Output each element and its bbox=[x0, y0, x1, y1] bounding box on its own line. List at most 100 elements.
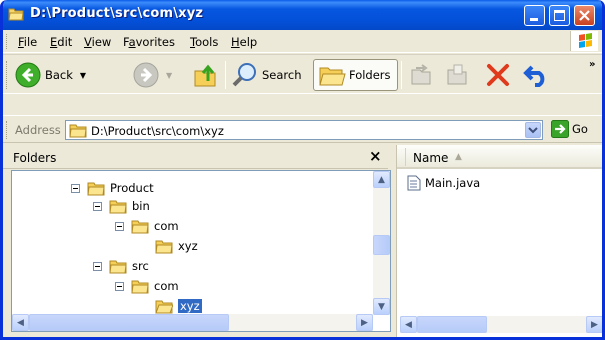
tree-vertical-scrollbar[interactable]: ▲ ▼ bbox=[373, 171, 390, 315]
go-button[interactable]: Go bbox=[551, 120, 588, 138]
forward-button[interactable]: ▼ bbox=[133, 59, 172, 91]
scroll-thumb[interactable] bbox=[373, 235, 390, 255]
chevron-down-icon: ▼ bbox=[378, 301, 385, 312]
explorer-window: D:\Product\src\com\xyz File Edit View Fa… bbox=[0, 0, 605, 340]
sort-ascending-icon: ▲ bbox=[455, 152, 462, 162]
tree-node-bin[interactable]: bin bbox=[93, 197, 150, 215]
minimize-icon bbox=[530, 18, 538, 21]
collapse-icon[interactable] bbox=[71, 183, 80, 193]
toolbar-overflow-icon[interactable]: » bbox=[589, 57, 595, 71]
delete-button[interactable] bbox=[485, 59, 511, 91]
file-name: Main.java bbox=[425, 176, 481, 190]
title-bar[interactable]: D:\Product\src\com\xyz bbox=[3, 0, 602, 30]
tree-node-label: Product bbox=[110, 181, 154, 195]
tree-horizontal-scrollbar[interactable]: ◀ ▶ bbox=[12, 314, 373, 331]
search-label: Search bbox=[262, 68, 302, 82]
folders-label: Folders bbox=[349, 68, 391, 82]
collapse-icon[interactable] bbox=[115, 281, 124, 291]
accelerator-key: H bbox=[231, 35, 240, 49]
tree-node-bin-com[interactable]: com bbox=[115, 217, 179, 235]
go-arrow-icon bbox=[551, 120, 569, 138]
file-item[interactable]: Main.java bbox=[407, 175, 480, 191]
folders-icon bbox=[319, 67, 346, 86]
menu-view[interactable]: View bbox=[84, 35, 111, 49]
menu-tools[interactable]: Tools bbox=[190, 35, 218, 49]
toolbar-grip bbox=[6, 61, 9, 89]
move-to-icon bbox=[411, 64, 431, 85]
file-list-pane: Name ▲ Main.java ◀ ▶ bbox=[396, 145, 602, 337]
up-button[interactable] bbox=[193, 59, 219, 91]
forward-arrow-icon bbox=[133, 62, 159, 88]
tree-node-bin-com-xyz[interactable]: xyz bbox=[155, 237, 198, 255]
copy-to-button[interactable] bbox=[444, 59, 470, 91]
column-divider bbox=[405, 148, 406, 166]
menu-file[interactable]: File bbox=[18, 35, 37, 49]
menu-favorites[interactable]: Favorites bbox=[123, 35, 175, 49]
undo-button[interactable] bbox=[523, 59, 551, 91]
address-dropdown-button[interactable] bbox=[525, 122, 541, 138]
tree-node-src[interactable]: src bbox=[93, 257, 149, 275]
tree-node-product[interactable]: Product bbox=[71, 179, 154, 197]
accelerator-key: T bbox=[190, 35, 196, 49]
close-icon bbox=[579, 10, 590, 21]
scroll-right-button[interactable]: ▶ bbox=[356, 314, 373, 331]
forward-dropdown-icon[interactable]: ▼ bbox=[166, 71, 172, 80]
tree-node-label: bin bbox=[132, 199, 150, 213]
chevron-up-icon: ▲ bbox=[378, 174, 385, 185]
move-to-button[interactable] bbox=[408, 59, 434, 91]
windows-logo bbox=[570, 31, 598, 51]
accelerator-key: a bbox=[128, 35, 136, 49]
copy-to-icon bbox=[447, 64, 467, 85]
address-input[interactable]: D:\Product\src\com\xyz bbox=[65, 120, 543, 140]
scroll-thumb[interactable] bbox=[29, 314, 229, 331]
search-icon bbox=[232, 63, 256, 87]
file-list-horizontal-scrollbar[interactable]: ◀ ▶ bbox=[400, 316, 602, 333]
folder-icon bbox=[131, 220, 149, 233]
menu-bar: File Edit View Favorites Tools Help bbox=[3, 30, 602, 53]
scroll-up-button[interactable]: ▲ bbox=[373, 171, 390, 188]
chevron-left-icon: ◀ bbox=[17, 317, 24, 328]
back-button[interactable]: Back ▼ bbox=[15, 59, 86, 91]
close-button[interactable] bbox=[574, 5, 595, 26]
toolbar-separator bbox=[401, 61, 402, 89]
collapse-icon[interactable] bbox=[93, 201, 102, 211]
collapse-icon[interactable] bbox=[115, 221, 124, 231]
address-text: D:\Product\src\com\xyz bbox=[91, 124, 224, 138]
folder-icon bbox=[8, 8, 24, 21]
menu-help[interactable]: Help bbox=[231, 35, 257, 49]
accelerator-key: E bbox=[50, 35, 58, 49]
name-column-label: Name bbox=[413, 151, 449, 165]
minimize-button[interactable] bbox=[524, 5, 545, 26]
tree-node-src-com[interactable]: com bbox=[115, 277, 179, 295]
chevron-right-icon: ▶ bbox=[591, 319, 598, 330]
folder-icon bbox=[109, 200, 127, 213]
chevron-right-icon: ▶ bbox=[361, 317, 368, 328]
back-dropdown-icon[interactable]: ▼ bbox=[80, 71, 86, 80]
folders-button[interactable]: Folders bbox=[313, 59, 398, 91]
accelerator-key: V bbox=[84, 35, 92, 49]
folder-icon bbox=[131, 280, 149, 293]
tree-node-label: com bbox=[154, 279, 179, 293]
scroll-right-button[interactable]: ▶ bbox=[586, 316, 602, 333]
tree-node-label-selected: xyz bbox=[178, 299, 202, 313]
collapse-icon[interactable] bbox=[93, 261, 102, 271]
folder-icon bbox=[109, 260, 127, 273]
folder-tree: Product bin com xyz src com xyz ▲ ▼ ◀ ▶ bbox=[11, 170, 391, 332]
scroll-thumb[interactable] bbox=[417, 316, 487, 333]
folders-pane-header: Folders × bbox=[3, 145, 388, 169]
name-column-header[interactable]: Name ▲ bbox=[397, 145, 602, 169]
scroll-down-button[interactable]: ▼ bbox=[373, 298, 390, 315]
scroll-left-button[interactable]: ◀ bbox=[12, 314, 29, 331]
close-pane-icon[interactable]: × bbox=[369, 147, 382, 165]
menu-edit[interactable]: Edit bbox=[50, 35, 72, 49]
standard-toolbar: Back ▼ ▼ Search Folders » bbox=[3, 54, 602, 94]
folder-icon bbox=[69, 124, 87, 138]
accelerator-key: F bbox=[18, 35, 24, 49]
maximize-button[interactable] bbox=[549, 5, 570, 26]
tree-node-src-com-xyz[interactable]: xyz bbox=[155, 297, 202, 315]
address-grip bbox=[6, 121, 9, 139]
scroll-left-button[interactable]: ◀ bbox=[400, 316, 417, 333]
address-bar: Address D:\Product\src\com\xyz Go bbox=[3, 115, 602, 143]
search-button[interactable]: Search bbox=[231, 59, 302, 91]
menu-grip bbox=[6, 34, 9, 49]
